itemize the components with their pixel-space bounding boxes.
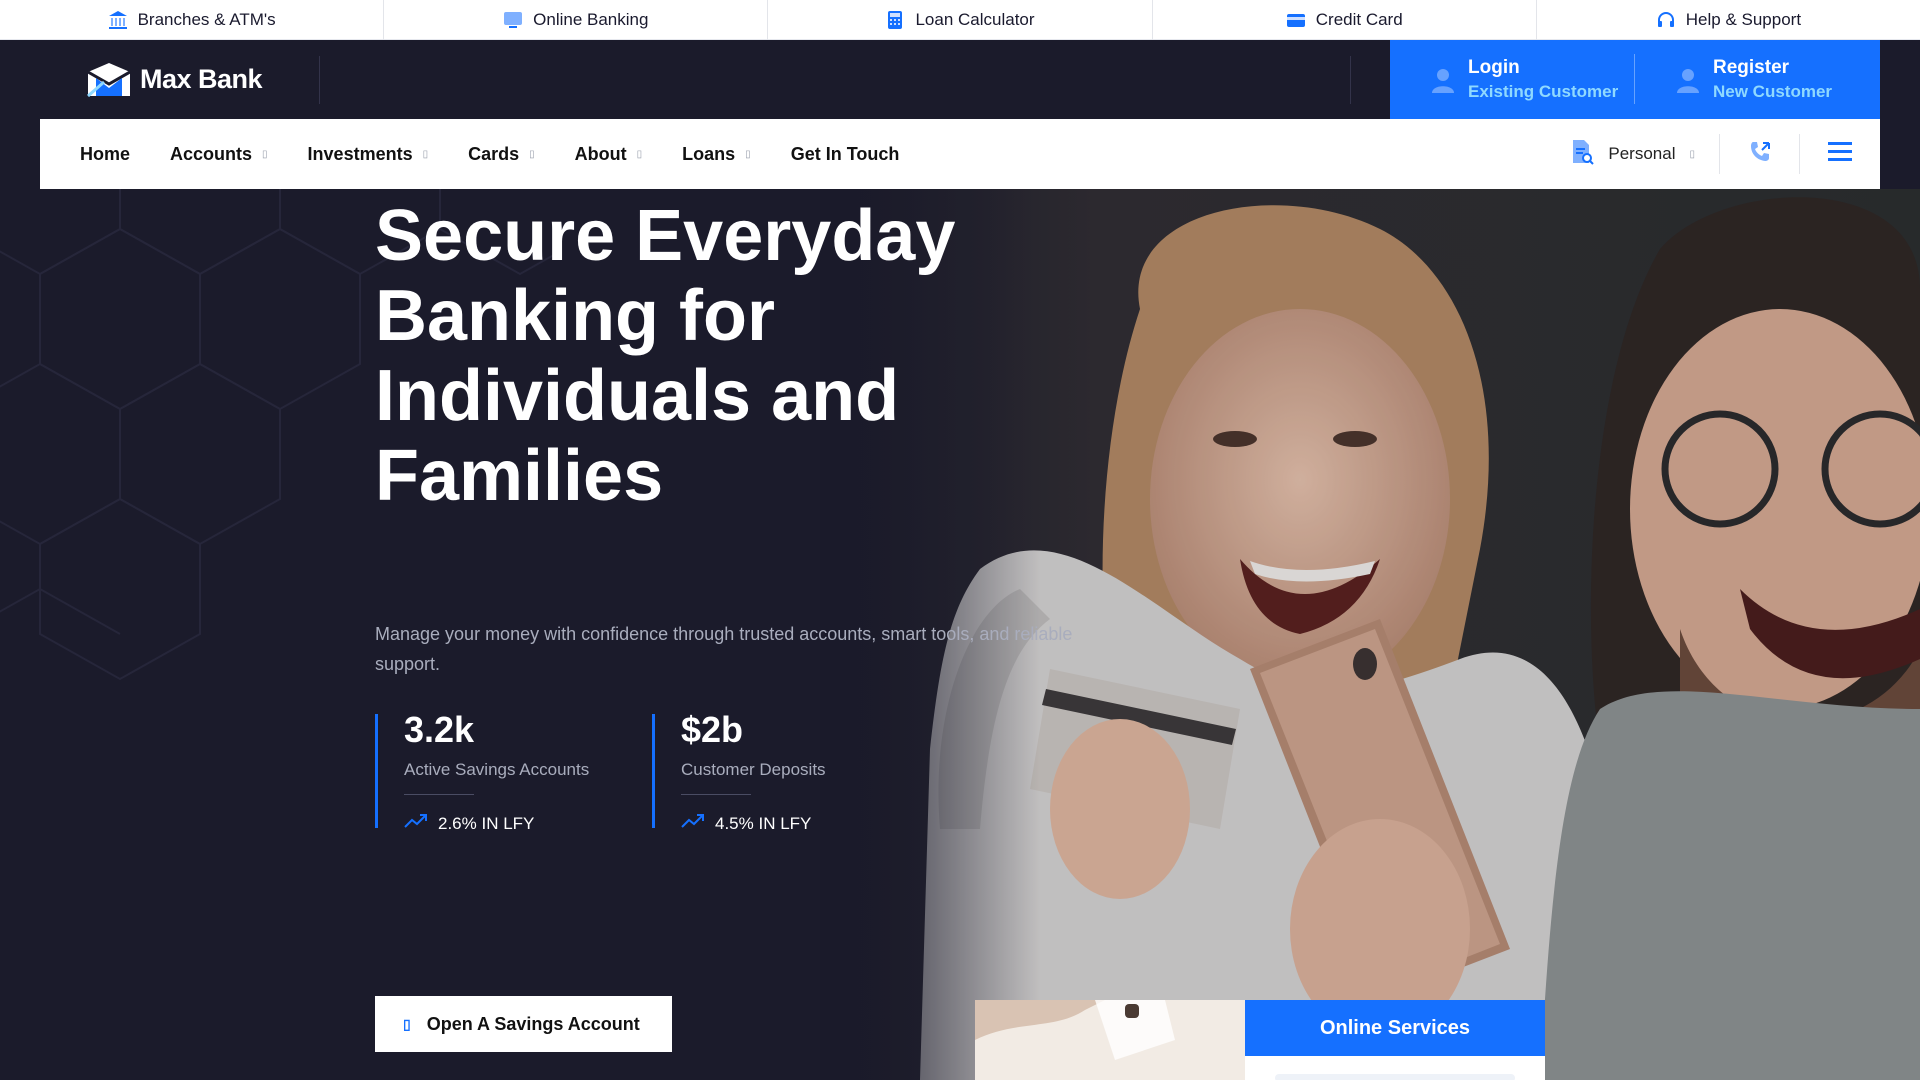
utility-credit-card-label: Credit Card: [1315, 9, 1403, 29]
online-services-body: [1245, 1048, 1545, 1080]
nav-get-in-touch[interactable]: Get In Touch: [791, 144, 900, 165]
services-pointer: [1275, 1048, 1515, 1080]
utility-online-banking[interactable]: Online Banking: [384, 0, 769, 40]
hero-title: Secure Everyday Banking for Individuals …: [375, 196, 956, 516]
online-services-title: Online Services: [1319, 1017, 1471, 1039]
call-button[interactable]: [1720, 134, 1800, 174]
divider: [681, 794, 751, 795]
chevron-down-icon: ▯: [262, 148, 268, 160]
header-spacer: [320, 55, 1351, 104]
chevron-down-icon: ▯: [422, 148, 429, 160]
stat-savings-accounts: 3.2k Active Savings Accounts 2.6% IN LFY: [375, 710, 605, 833]
chevron-down-icon: ▯: [636, 148, 643, 160]
nav-home[interactable]: Home: [80, 144, 130, 165]
login-button[interactable]: Login Existing Customer: [1390, 40, 1635, 119]
nav-loans-label: Loans: [682, 143, 736, 164]
bank-icon: [108, 10, 128, 30]
hamburger-icon: [1828, 141, 1852, 168]
online-services-card[interactable]: Online Services: [1245, 1000, 1545, 1080]
envelope-logo-icon: [86, 62, 132, 98]
monitor-icon: [503, 10, 523, 30]
login-subtitle: Existing Customer: [1468, 81, 1619, 101]
utility-branches-atms[interactable]: Branches & ATM's: [0, 0, 385, 40]
stat-label: Active Savings Accounts: [404, 760, 590, 779]
hero-description: Manage your money with confidence throug…: [375, 624, 1073, 674]
document-search-icon: [1570, 139, 1595, 170]
nav-cards[interactable]: Cards ▯: [468, 144, 535, 165]
stat-trend: 2.6% IN LFY: [404, 813, 605, 834]
stat-value: $2b: [681, 709, 744, 750]
utility-bar: Branches & ATM's Online Banking Loan Cal…: [0, 0, 1920, 40]
stat-label: Customer Deposits: [681, 760, 826, 779]
nav-investments-label: Investments: [307, 143, 413, 164]
nav-about[interactable]: About ▯: [575, 144, 643, 165]
calculator-icon: [885, 10, 905, 30]
auth-panel: Login Existing Customer Register New Cus…: [1390, 40, 1880, 119]
utility-help-support[interactable]: Help & Support: [1537, 0, 1920, 40]
utility-online-banking-label: Online Banking: [533, 9, 649, 29]
utility-help-support-label: Help & Support: [1685, 9, 1802, 29]
stat-value: 3.2k: [404, 709, 475, 750]
nav-home-label: Home: [80, 143, 131, 164]
logo-text: Max Bank: [140, 64, 263, 94]
headset-icon: [1656, 10, 1676, 30]
arrow-icon: ▯: [403, 1015, 411, 1032]
trend-up-icon: [681, 813, 705, 834]
nav-loans[interactable]: Loans ▯: [682, 144, 751, 165]
nav-accounts-label: Accounts: [170, 143, 253, 164]
promo-image-card: [975, 1000, 1245, 1080]
open-savings-account-button[interactable]: ▯ Open A Savings Account: [375, 996, 672, 1052]
utility-branches-atms-label: Branches & ATM's: [137, 9, 276, 29]
personal-label: Personal: [1608, 144, 1676, 163]
stat-trend-text: 2.6% IN LFY: [438, 813, 535, 833]
promo-image: [975, 1000, 1245, 1080]
credit-card-icon: [1286, 10, 1306, 30]
main-nav: Home Accounts ▯ Investments ▯ Cards ▯ About…: [40, 119, 1880, 189]
register-title: Register: [1713, 56, 1790, 78]
add-user-icon: [1675, 67, 1701, 93]
divider: [404, 794, 474, 795]
nav-about-label: About: [574, 143, 627, 164]
register-subtitle: New Customer: [1713, 81, 1833, 101]
utility-loan-calculator-label: Loan Calculator: [915, 9, 1035, 29]
menu-button[interactable]: [1800, 134, 1880, 174]
nav-cards-label: Cards: [468, 143, 520, 164]
utility-loan-calculator[interactable]: Loan Calculator: [768, 0, 1153, 40]
stat-customer-deposits: $2b Customer Deposits 4.5% IN LFY: [652, 710, 882, 833]
nav-accounts[interactable]: Accounts ▯: [170, 144, 268, 165]
personal-selector[interactable]: Personal ▯: [1570, 134, 1720, 174]
chevron-down-icon: ▯: [745, 148, 751, 160]
trend-up-icon: [404, 813, 428, 834]
main-header: Max Bank Login Existing Customer Registe…: [40, 40, 1880, 119]
logo[interactable]: Max Bank: [40, 55, 320, 104]
phone-icon: [1748, 140, 1772, 169]
user-icon: [1430, 67, 1456, 93]
chevron-down-icon: ▯: [529, 148, 535, 160]
cta-label: Open A Savings Account: [426, 1013, 640, 1034]
login-title: Login: [1468, 56, 1520, 78]
stat-trend-text: 4.5% IN LFY: [715, 813, 812, 833]
nav-get-in-touch-label: Get In Touch: [790, 143, 900, 164]
chevron-down-icon: ▯: [1689, 148, 1695, 160]
nav-investments[interactable]: Investments ▯: [308, 144, 429, 165]
utility-credit-card[interactable]: Credit Card: [1153, 0, 1537, 40]
register-button[interactable]: Register New Customer: [1635, 40, 1880, 119]
stat-trend: 4.5% IN LFY: [681, 813, 882, 834]
nav-right: Personal ▯: [1570, 119, 1880, 189]
